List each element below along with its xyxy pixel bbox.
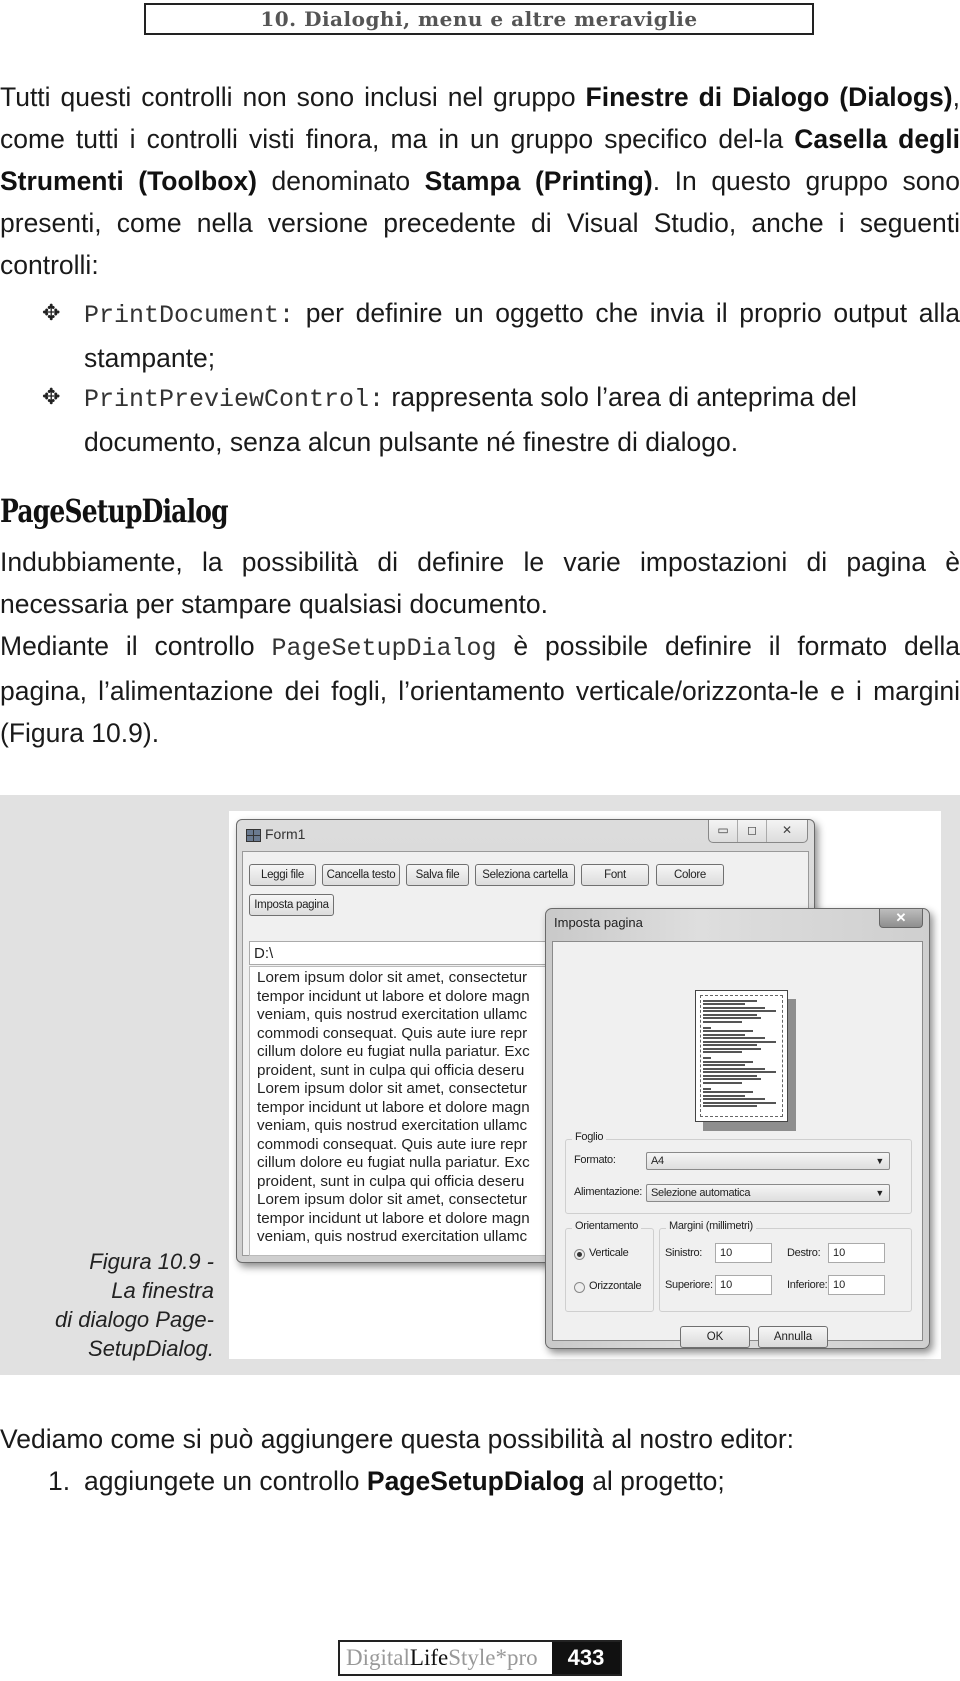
text-line: veniam, quis nostrud exercitation ullamc bbox=[257, 1117, 528, 1134]
source-select[interactable]: Selezione automatica ▼ bbox=[646, 1184, 890, 1202]
bullet-item: ✥ PrintDocument: per definire un oggetto… bbox=[42, 292, 960, 379]
clear-text-button[interactable]: Cancella testo bbox=[322, 864, 400, 886]
brand-part: Life bbox=[409, 1645, 449, 1670]
landscape-label: Orizzontale bbox=[589, 1280, 642, 1292]
text: aggiungete un controllo bbox=[84, 1466, 367, 1496]
text: Mediante il controllo bbox=[0, 631, 272, 661]
top-margin-label: Superiore: bbox=[665, 1279, 713, 1291]
ok-button[interactable]: OK bbox=[680, 1326, 750, 1348]
bold-term: Finestre di Dialogo (Dialogs) bbox=[585, 82, 953, 112]
text-line: cillum dolore eu fugiat nulla pariatur. … bbox=[257, 1043, 530, 1060]
orientation-groupbox: Orientamento Verticale Orizzontale bbox=[565, 1220, 654, 1312]
color-button[interactable]: Colore bbox=[656, 864, 724, 886]
fleuron-bullet-icon: ✥ bbox=[42, 300, 61, 325]
groupbox-label: Margini (millimetri) bbox=[666, 1220, 756, 1232]
text-line: proident, sunt in culpa qui officia dese… bbox=[257, 1061, 525, 1079]
text-line: Lorem ipsum dolor sit amet, consectetur bbox=[257, 1191, 528, 1208]
paper-groupbox: Foglio Formato: A4 ▼ Alimentazione: Selez… bbox=[565, 1131, 912, 1214]
title-bar[interactable]: Form1 ▭ ◻ ✕ bbox=[237, 820, 814, 850]
page-footer: DigitalLifeStyle*pro 433 bbox=[338, 1640, 622, 1676]
save-file-button[interactable]: Salva file bbox=[406, 864, 469, 886]
text-line: commodi consequat. Quis aute iure repr bbox=[257, 1024, 528, 1042]
portrait-label: Verticale bbox=[589, 1247, 629, 1259]
groupbox-label: Foglio bbox=[572, 1131, 607, 1143]
dialog-title-bar[interactable]: Imposta pagina ✕ bbox=[546, 909, 929, 939]
app-icon bbox=[246, 829, 261, 842]
text-line: Lorem ipsum dolor sit amet, consectetur bbox=[257, 1080, 528, 1097]
text-line: veniam, quis nostrud exercitation ullamc bbox=[257, 1006, 528, 1023]
maximize-icon[interactable]: ◻ bbox=[738, 820, 767, 842]
text-line: proident, sunt in culpa qui officia dese… bbox=[257, 1172, 525, 1190]
source-value: Selezione automatica bbox=[651, 1187, 751, 1199]
running-head: 10. Dialoghi, menu e altre meraviglie bbox=[144, 3, 814, 35]
text-line: cillum dolore eu fugiat nulla pariatur. … bbox=[257, 1154, 530, 1171]
code-term: PageSetupDialog bbox=[271, 634, 497, 663]
brand-part: Style*pro bbox=[448, 1645, 538, 1670]
paragraph: Indubbiamente, la possibilità di definir… bbox=[0, 547, 960, 619]
left-margin-label: Sinistro: bbox=[665, 1247, 703, 1259]
text-line: commodi consequat. Quis aute iure repr bbox=[257, 1135, 528, 1153]
dialog-title: Imposta pagina bbox=[554, 915, 643, 930]
paragraph: Mediante il controllo PageSetupDialog è … bbox=[0, 625, 960, 754]
text-editor-area[interactable]: Lorem ipsum dolor sit amet, consectetur … bbox=[249, 966, 559, 1256]
step-number: 1. bbox=[48, 1466, 71, 1496]
text-line: veniam, quis nostrud exercitation ullamc bbox=[257, 1228, 528, 1245]
landscape-radio[interactable] bbox=[574, 1282, 585, 1293]
caption-line: La finestra bbox=[111, 1278, 214, 1303]
caption-line: SetupDialog. bbox=[88, 1336, 214, 1361]
fleuron-bullet-icon: ✥ bbox=[42, 384, 61, 409]
text-line: tempor incidunt ut labore et dolore magn bbox=[257, 1098, 530, 1116]
dropdown-arrow-icon: ▼ bbox=[875, 1188, 884, 1198]
margins-groupbox: Margini (millimetri) Sinistro: 10 Destro… bbox=[659, 1220, 912, 1312]
right-margin-input[interactable]: 10 bbox=[828, 1243, 885, 1263]
left-margin-input[interactable]: 10 bbox=[715, 1243, 772, 1263]
text: denominato bbox=[256, 166, 425, 196]
top-margin-input[interactable]: 10 bbox=[715, 1275, 772, 1295]
minimize-icon[interactable]: ▭ bbox=[709, 820, 738, 842]
figure-caption: Figura 10.9 - La finestra di dialogo Pag… bbox=[14, 1247, 214, 1363]
path-field[interactable]: D:\ bbox=[249, 941, 559, 965]
format-value: A4 bbox=[651, 1155, 664, 1167]
caption-line: di dialogo Page- bbox=[54, 1307, 214, 1332]
cancel-button[interactable]: Annulla bbox=[758, 1326, 828, 1348]
text-line: Lorem ipsum dolor sit amet, consectetur bbox=[257, 969, 528, 986]
bottom-margin-input[interactable]: 10 bbox=[828, 1275, 885, 1295]
format-select[interactable]: A4 ▼ bbox=[646, 1152, 890, 1170]
groupbox-label: Orientamento bbox=[572, 1220, 642, 1232]
bottom-margin-label: Inferiore: bbox=[787, 1279, 828, 1291]
window-title: Form1 bbox=[265, 826, 306, 842]
bold-term: Stampa (Printing) bbox=[424, 166, 653, 196]
page-preview bbox=[695, 990, 788, 1122]
close-icon[interactable]: ✕ bbox=[879, 909, 923, 928]
right-margin-label: Destro: bbox=[787, 1247, 821, 1259]
portrait-radio[interactable] bbox=[574, 1249, 585, 1260]
intro-paragraph: Tutti questi controlli non sono inclusi … bbox=[0, 76, 960, 286]
dialog-client-area: Foglio Formato: A4 ▼ Alimentazione: Selez… bbox=[552, 941, 923, 1348]
bullet-item: ✥ PrintPreviewControl: rappresenta solo … bbox=[42, 376, 960, 463]
source-label: Alimentazione: bbox=[574, 1186, 642, 1198]
dropdown-arrow-icon: ▼ bbox=[875, 1156, 884, 1166]
paragraph: Vediamo come si può aggiungere questa po… bbox=[0, 1424, 795, 1454]
brand-logo: DigitalLifeStyle*pro bbox=[340, 1642, 552, 1674]
section-title: PageSetupDialog bbox=[0, 492, 229, 530]
page-number: 433 bbox=[552, 1642, 620, 1674]
read-file-button[interactable]: Leggi file bbox=[249, 864, 316, 886]
select-folder-button[interactable]: Seleziona cartella bbox=[475, 864, 575, 886]
code-term: PrintPreviewControl: bbox=[84, 385, 385, 414]
text: al progetto; bbox=[584, 1466, 725, 1496]
page-setup-button[interactable]: Imposta pagina bbox=[249, 894, 334, 916]
text: Tutti questi controlli non sono inclusi … bbox=[0, 82, 586, 112]
close-icon[interactable]: ✕ bbox=[767, 820, 807, 842]
format-label: Formato: bbox=[574, 1154, 616, 1166]
font-button[interactable]: Font bbox=[581, 864, 649, 886]
bold-term: PageSetupDialog bbox=[366, 1466, 585, 1496]
page-preview-margins bbox=[700, 995, 783, 1117]
code-term: PrintDocument: bbox=[84, 301, 295, 330]
brand-part: Digital bbox=[346, 1645, 410, 1670]
text-line: tempor incidunt ut labore et dolore magn bbox=[257, 987, 530, 1005]
page-setup-dialog: Imposta pagina ✕ Foglio Formato: A4 ▼ Ali… bbox=[545, 908, 930, 1349]
text-line: tempor incidunt ut labore et dolore magn bbox=[257, 1209, 530, 1227]
caption-buttons: ▭ ◻ ✕ bbox=[708, 820, 808, 843]
caption-line: Figura 10.9 - bbox=[89, 1249, 214, 1274]
